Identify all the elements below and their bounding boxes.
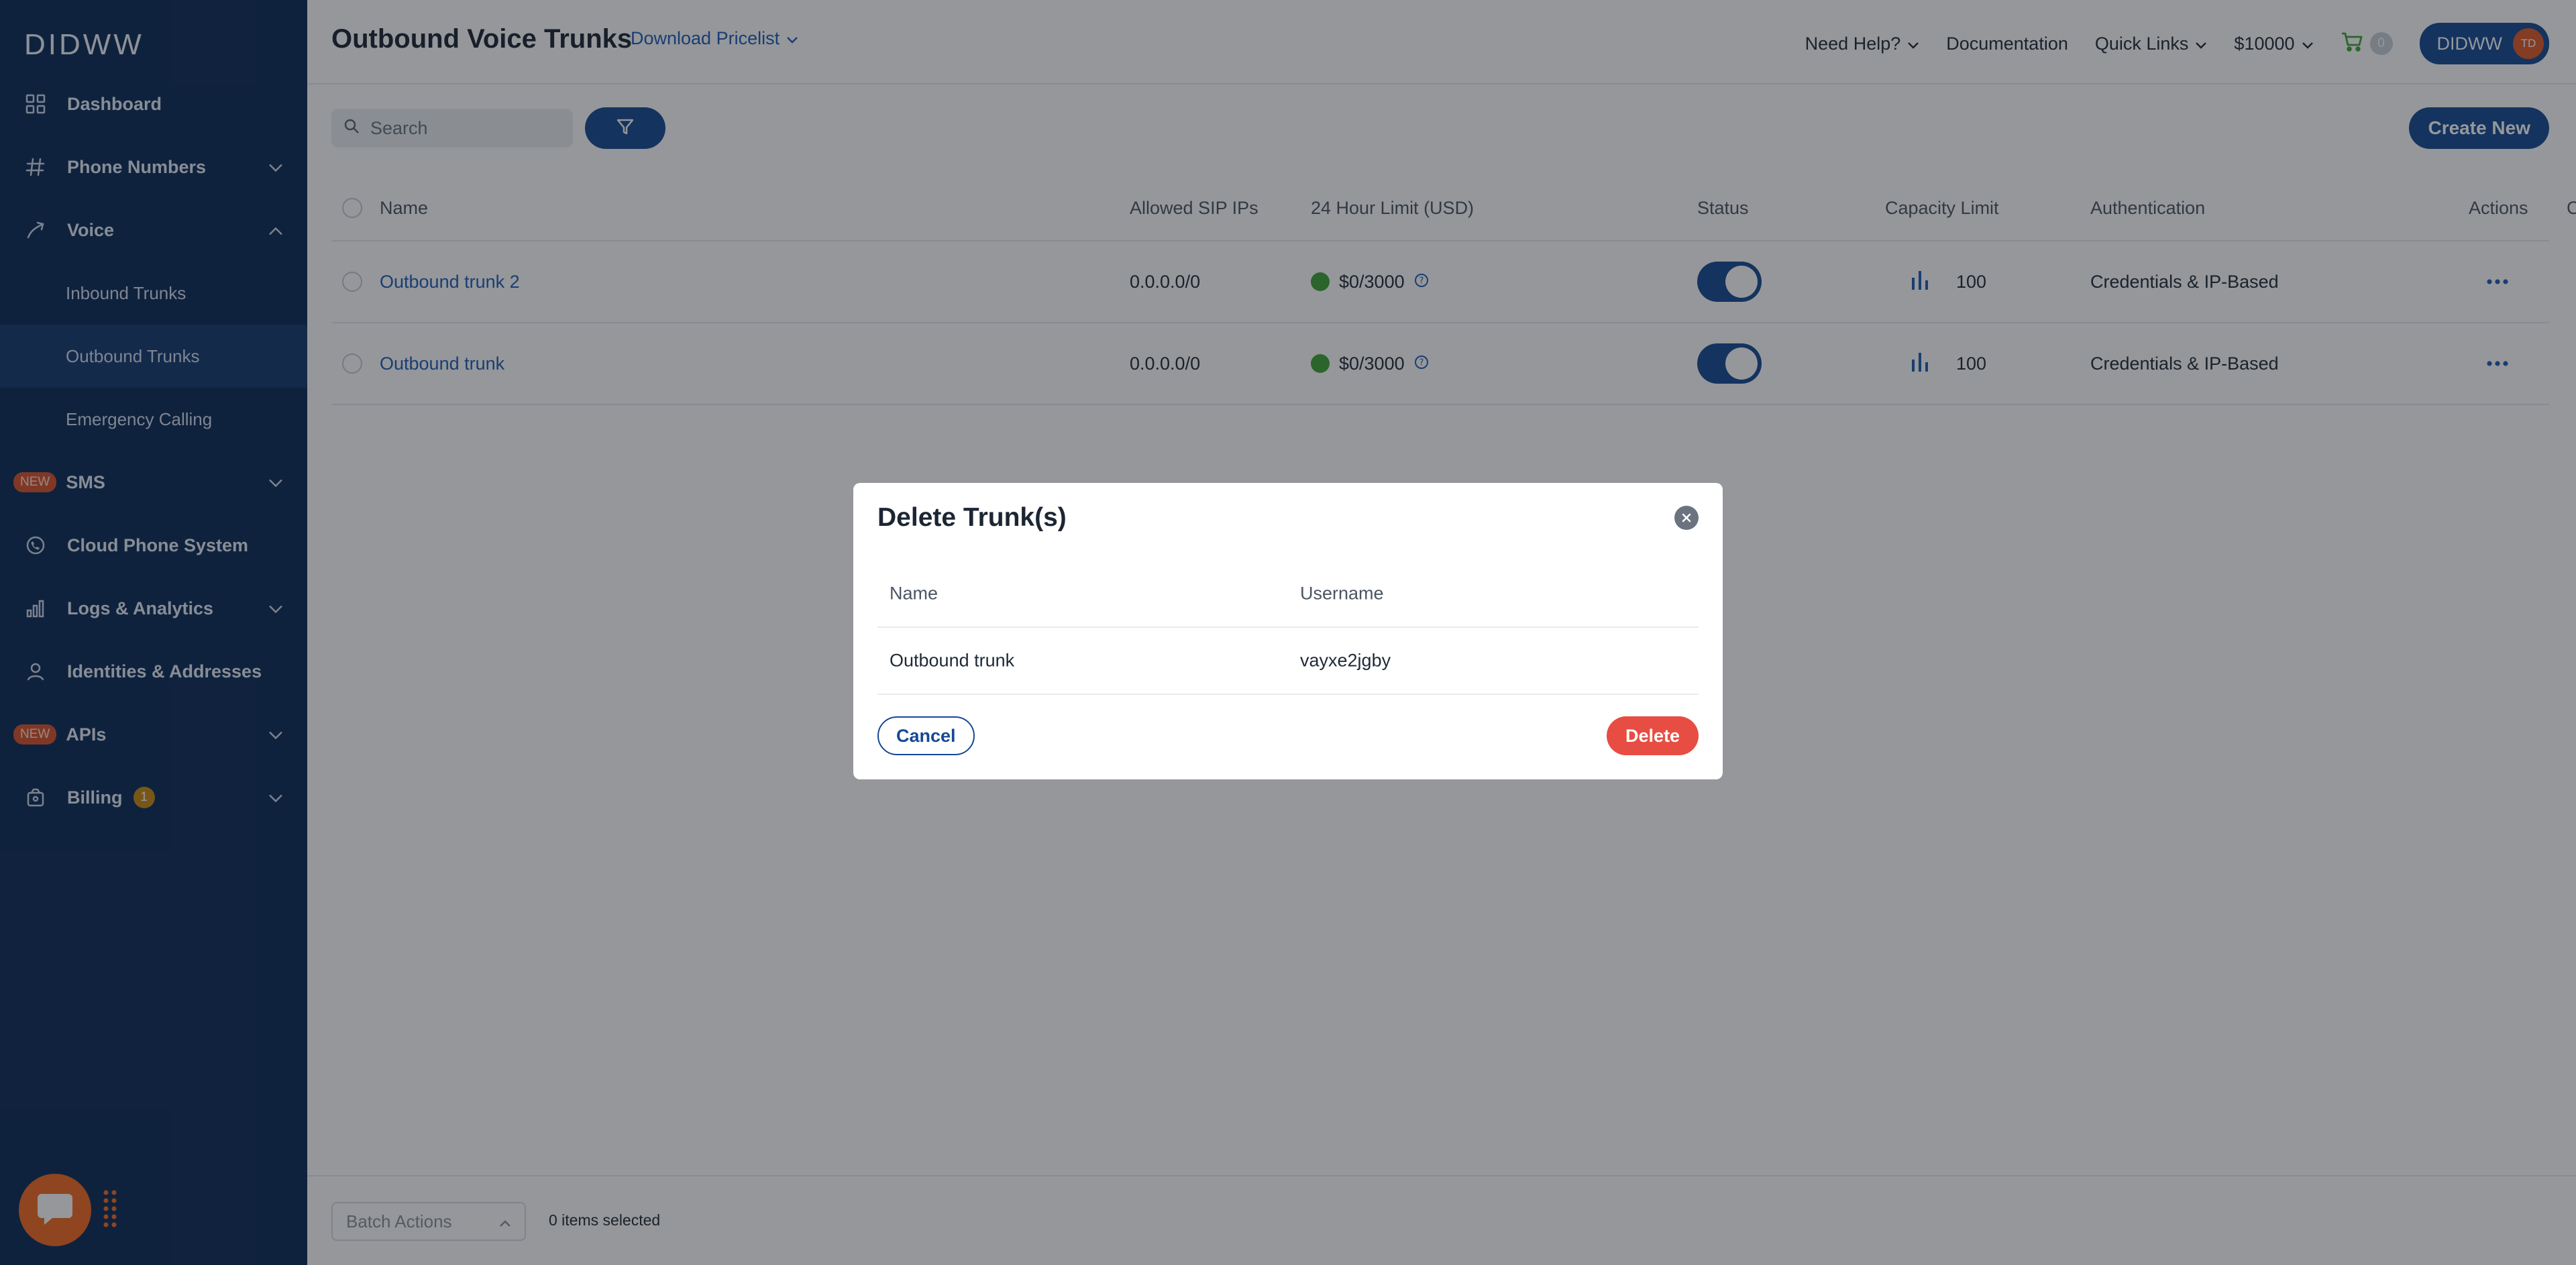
column-header: Name — [890, 583, 938, 604]
delete-trunks-modal: Delete Trunk(s) Name Username Outbound t… — [853, 483, 1723, 779]
trunk-username: vayxe2jgby — [1300, 650, 1391, 671]
table-row: Outbound trunk vayxe2jgby — [877, 628, 1699, 695]
delete-button[interactable]: Delete — [1606, 716, 1699, 755]
close-icon[interactable] — [1674, 506, 1699, 530]
modal-title: Delete Trunk(s) — [877, 503, 1067, 532]
column-header: Username — [1300, 583, 1384, 604]
modal-table: Name Username Outbound trunk vayxe2jgby — [877, 561, 1699, 695]
modal-table-header: Name Username — [877, 561, 1699, 628]
cancel-button[interactable]: Cancel — [877, 716, 975, 755]
trunk-name: Outbound trunk — [890, 650, 1015, 671]
